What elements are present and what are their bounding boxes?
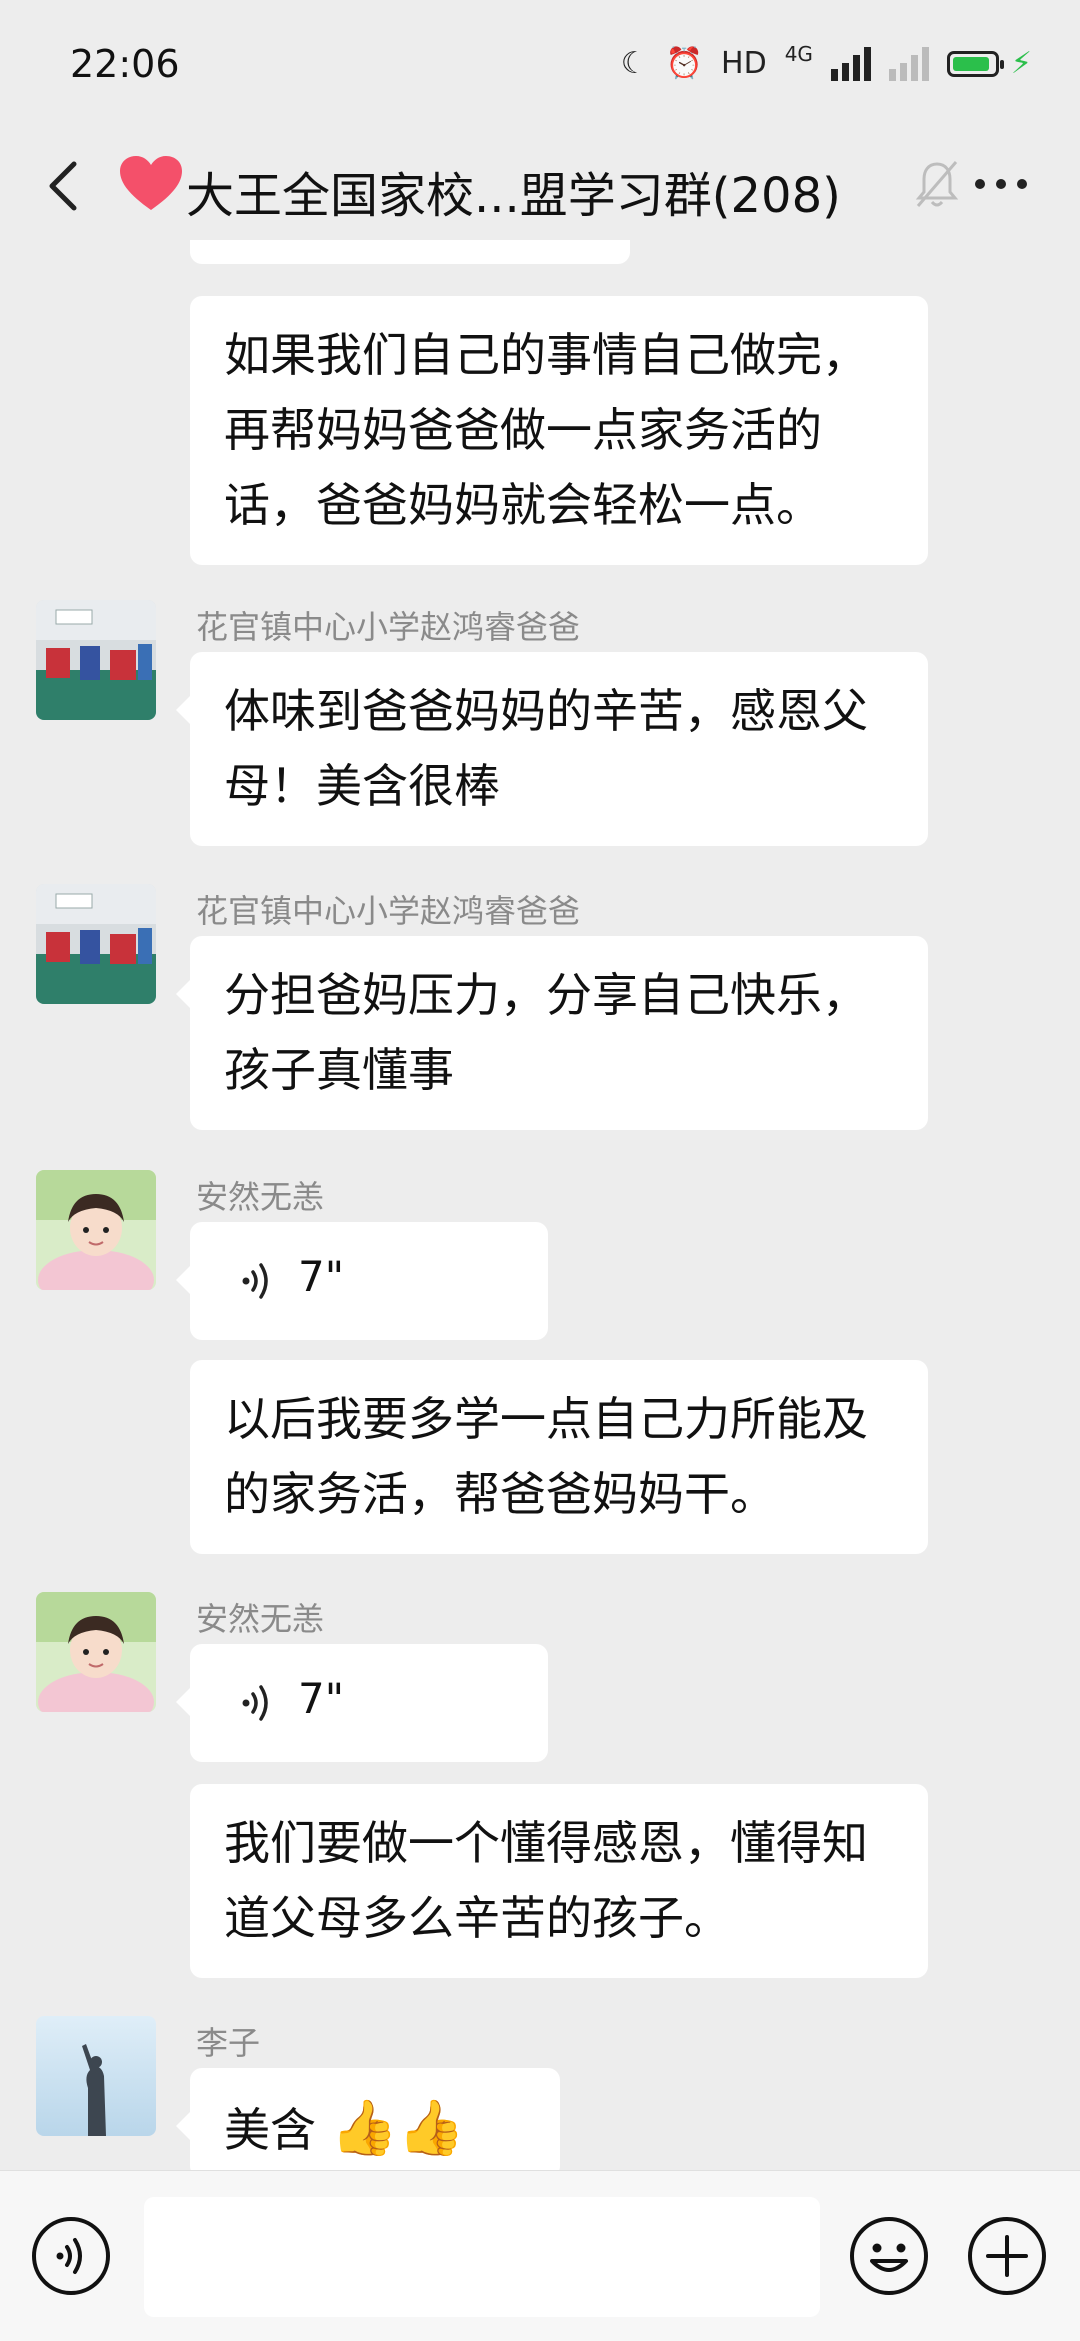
message-text: 我们要做一个懂得感恩，懂得知道父母多么辛苦的孩子。 — [224, 1816, 868, 1945]
sender-name: 花官镇中心小学赵鸿睿爸爸 — [196, 608, 581, 646]
voice-message-bubble[interactable]: 7" — [176, 1644, 548, 1762]
avatar[interactable] — [36, 1170, 156, 1290]
message-text: 如果我们自己的事情自己做完，再帮妈妈爸爸做一点家务活的话，爸爸妈妈就会轻松一点。 — [224, 328, 868, 532]
voice-duration: 7" — [298, 1674, 345, 1723]
thumbs-up-icon: 👍 — [397, 2096, 466, 2159]
classroom-avatar-image — [36, 884, 156, 1004]
charging-bolt-icon: ⚡ — [1010, 46, 1032, 81]
message-bubble[interactable]: 我们要做一个懂得感恩，懂得知道父母多么辛苦的孩子。 — [190, 1784, 928, 1978]
avatar[interactable] — [36, 1592, 156, 1712]
chat-title[interactable]: 大王全国家校...盟学习群(208) — [186, 156, 841, 226]
status-icons: ☾ ⏰ HD 4G ⚡ — [621, 44, 1032, 84]
sender-name: 安然无恙 — [196, 1178, 325, 1216]
voice-wave-icon — [242, 1685, 268, 1721]
network-type-label: 4G — [784, 42, 813, 66]
message-bubble[interactable]: 美含 👍👍👍 — [176, 2068, 560, 2170]
avatar[interactable] — [36, 600, 156, 720]
emoji-button[interactable] — [848, 2215, 930, 2297]
voice-input-button[interactable] — [30, 2215, 112, 2297]
message-text: 以后我要多学一点自己力所能及的家务活，帮爸爸妈妈干。 — [224, 1392, 868, 1521]
message-text: 体味到爸爸妈妈的辛苦，感恩父母！美含很棒 — [224, 684, 868, 813]
voice-wave-icon — [242, 1263, 268, 1299]
message-bubble[interactable] — [190, 240, 630, 264]
message-bubble[interactable]: 如果我们自己的事情自己做完，再帮妈妈爸爸做一点家务活的话，爸爸妈妈就会轻松一点。 — [190, 296, 928, 565]
chat-header: 大王全国家校...盟学习群(208) — [0, 130, 1080, 240]
thumbs-up-icon: 👍 — [330, 2096, 398, 2159]
message-bubble[interactable]: 分担爸妈压力，分享自己快乐，孩子真懂事 — [176, 936, 928, 1130]
more-options-icon[interactable] — [966, 154, 1036, 214]
message-input[interactable] — [144, 2197, 820, 2317]
heart-icon — [120, 156, 182, 210]
input-bar — [0, 2170, 1080, 2341]
silhouette-avatar-image — [36, 2016, 156, 2136]
message-text: 分担爸妈压力，分享自己快乐，孩子真懂事 — [224, 968, 868, 1097]
classroom-avatar-image — [36, 600, 156, 720]
muted-bell-icon — [915, 161, 959, 207]
signal-strength-icon — [830, 47, 871, 81]
status-time: 22:06 — [70, 42, 180, 86]
girl-avatar-image — [36, 1170, 156, 1290]
avatar[interactable] — [36, 2016, 156, 2136]
sender-name: 李子 — [196, 2024, 261, 2062]
more-functions-button[interactable] — [966, 2215, 1048, 2297]
battery-icon — [946, 51, 1004, 77]
message-text: 美含 — [224, 2103, 316, 2157]
avatar[interactable] — [36, 884, 156, 1004]
sender-name: 花官镇中心小学赵鸿睿爸爸 — [196, 892, 581, 930]
girl-avatar-image — [36, 1592, 156, 1712]
voice-duration: 7" — [298, 1252, 345, 1301]
message-bubble[interactable]: 体味到爸爸妈妈的辛苦，感恩父母！美含很棒 — [176, 652, 928, 846]
back-arrow-icon[interactable] — [40, 158, 90, 214]
chat-message-list[interactable]: 如果我们自己的事情自己做完，再帮妈妈爸爸做一点家务活的话，爸爸妈妈就会轻松一点。… — [0, 240, 1080, 2170]
status-bar: 22:06 ☾ ⏰ HD 4G ⚡ — [0, 0, 1080, 130]
voice-message-bubble[interactable]: 7" — [176, 1222, 548, 1340]
hd-label: HD — [721, 46, 767, 81]
sender-name: 安然无恙 — [196, 1600, 325, 1638]
moon-icon: ☾ — [620, 46, 648, 81]
signal-secondary-icon — [888, 47, 929, 81]
message-bubble[interactable]: 以后我要多学一点自己力所能及的家务活，帮爸爸妈妈干。 — [190, 1360, 928, 1554]
alarm-icon: ⏰ — [665, 46, 704, 81]
